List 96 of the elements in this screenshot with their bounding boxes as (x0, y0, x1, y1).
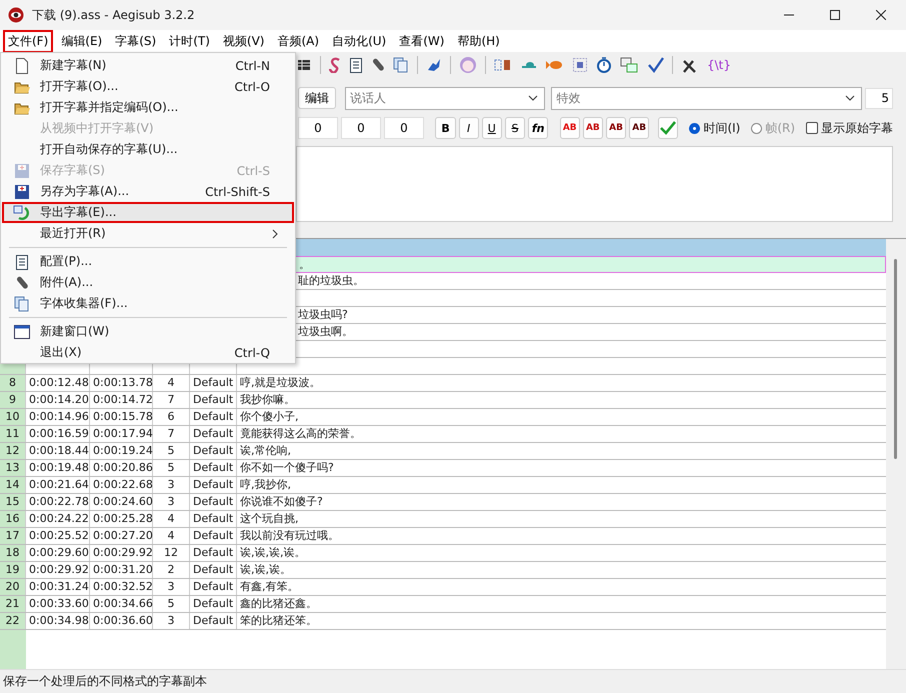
table-cell: 4 (153, 375, 190, 391)
window-title: 下载 (9).ass - Aegisub 3.2.2 (32, 6, 195, 24)
row-number: 17 (0, 528, 26, 544)
table-cell: 4 (153, 528, 190, 544)
table-cell: 0:00:14.96 (26, 409, 90, 425)
table-cell: 0:00:34.66 (90, 596, 153, 612)
table-cell: Default (190, 460, 237, 476)
table-cell: 0:00:13.78 (90, 375, 153, 391)
row-number: 11 (0, 426, 26, 442)
table-cell: 6 (153, 409, 190, 425)
table-cell: 0:00:29.92 (26, 562, 90, 578)
row-number: 9 (0, 392, 26, 408)
table-cell: 0:00:20.86 (90, 460, 153, 476)
table-cell: 0:00:31.20 (90, 562, 153, 578)
subtitle-text: 竟能获得这么高的荣誉。 (240, 427, 361, 440)
table-cell: 0:00:34.98 (26, 613, 90, 629)
subtitle-text: 你不如一个傻子吗? (240, 461, 334, 474)
table-cell: Default (190, 426, 237, 442)
row-number: 19 (0, 562, 26, 578)
subtitle-text: 。 (299, 258, 310, 271)
table-cell: Default (190, 375, 237, 391)
table-cell: 3 (153, 477, 190, 493)
table-cell: 0:00:25.52 (26, 528, 90, 544)
subtitle-text: 哼,我抄你, (240, 478, 291, 491)
table-cell: 0:00:24.60 (90, 494, 153, 510)
row-number: 12 (0, 443, 26, 459)
table-cell: Default (190, 392, 237, 408)
table-cell: 2 (153, 562, 190, 578)
table-cell: Default (190, 562, 237, 578)
table-cell: 0:00:32.52 (90, 579, 153, 595)
table-cell: 7 (153, 392, 190, 408)
row-number: 13 (0, 460, 26, 476)
table-cell: Default (190, 528, 237, 544)
table-cell: Default (190, 409, 237, 425)
subtitle-text: 有鑫,有笨。 (240, 580, 298, 593)
subtitle-text: 诶,诶,诶,诶。 (240, 546, 306, 559)
table-cell: Default (190, 443, 237, 459)
table-cell: 0:00:14.20 (26, 392, 90, 408)
table-cell: 0:00:17.94 (90, 426, 153, 442)
status-text: 保存一个处理后的不同格式的字幕副本 (3, 673, 207, 690)
table-cell: Default (190, 494, 237, 510)
table-cell: 0:00:14.72 (90, 392, 153, 408)
table-cell: 0:00:29.92 (90, 545, 153, 561)
table-cell: 0:00:24.22 (26, 511, 90, 527)
table-cell: Default (190, 596, 237, 612)
table-cell: Default (190, 579, 237, 595)
row-number: 14 (0, 477, 26, 493)
table-cell: 0:00:19.24 (90, 443, 153, 459)
row-number: 18 (0, 545, 26, 561)
row-number: 15 (0, 494, 26, 510)
subtitle-text: 耻的垃圾虫。 (298, 274, 364, 287)
subtitle-text: 哼,就是垃圾波。 (240, 376, 320, 389)
row-number: 21 (0, 596, 26, 612)
subtitle-text: 你说谁不如傻子? (240, 495, 323, 508)
table-cell: Default (190, 545, 237, 561)
subtitle-text: 鑫的比猪还鑫。 (240, 597, 317, 610)
table-cell: 0:00:27.20 (90, 528, 153, 544)
table-cell: 12 (153, 545, 190, 561)
table-cell: 5 (153, 596, 190, 612)
table-cell: Default (190, 511, 237, 527)
row-number: 10 (0, 409, 26, 425)
table-cell: 0:00:33.60 (26, 596, 90, 612)
table-cell: 4 (153, 511, 190, 527)
table-cell: Default (190, 613, 237, 629)
table-cell: 0:00:36.60 (90, 613, 153, 629)
table-cell: 0:00:19.48 (26, 460, 90, 476)
subtitle-text: 你个傻小子, (240, 410, 298, 423)
table-cell: 3 (153, 579, 190, 595)
table-cell: 0:00:25.28 (90, 511, 153, 527)
table-cell: 7 (153, 426, 190, 442)
table-cell: 0:00:22.68 (90, 477, 153, 493)
table-cell: 0:00:15.78 (90, 409, 153, 425)
row-number: 20 (0, 579, 26, 595)
table-cell: Default (190, 477, 237, 493)
table-cell: 0:00:21.64 (26, 477, 90, 493)
table-cell: 0:00:31.24 (26, 579, 90, 595)
table-cell: 3 (153, 613, 190, 629)
subtitle-text: 这个玩自挑, (240, 512, 298, 525)
table-cell: 5 (153, 443, 190, 459)
table-cell: 5 (153, 460, 190, 476)
table-cell: 0:00:18.44 (26, 443, 90, 459)
row-number: 22 (0, 613, 26, 629)
subtitle-text: 笨的比猪还笨。 (240, 614, 317, 627)
subtitle-text: 诶,诶,诶。 (240, 563, 291, 576)
subtitle-text: 诶,常伦响, (240, 444, 291, 457)
table-cell: 0:00:29.60 (26, 545, 90, 561)
row-number: 16 (0, 511, 26, 527)
table-cell: 3 (153, 494, 190, 510)
subtitle-text: 垃圾虫啊。 (298, 325, 353, 338)
subtitle-text: 我以前没有玩过哦。 (240, 529, 339, 542)
table-cell: 0:00:16.59 (26, 426, 90, 442)
table-cell: 0:00:12.48 (26, 375, 90, 391)
row-number: 8 (0, 375, 26, 391)
subtitle-text: 我抄你嘛。 (240, 393, 295, 406)
subtitle-text: 垃圾虫吗? (298, 308, 348, 321)
table-cell: 0:00:22.78 (26, 494, 90, 510)
